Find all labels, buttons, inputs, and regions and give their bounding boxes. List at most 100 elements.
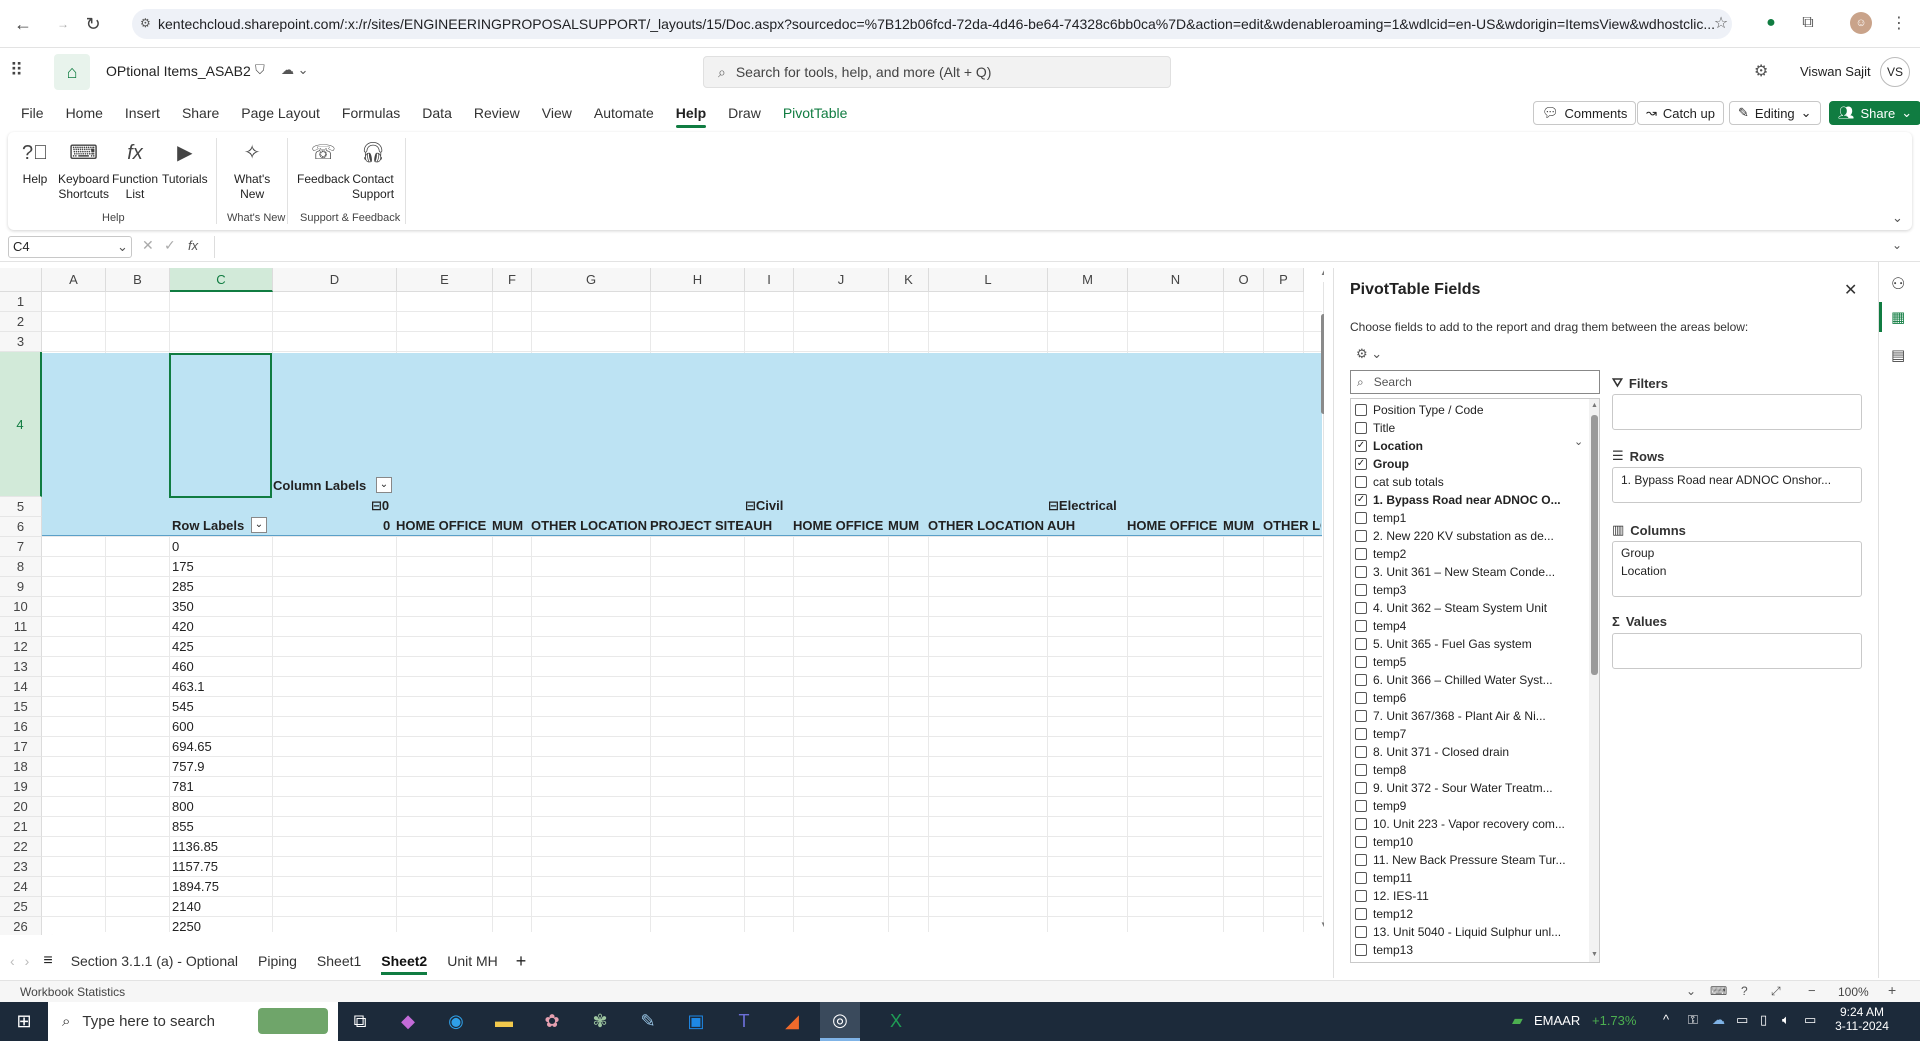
- insert-function-icon[interactable]: fx: [188, 238, 198, 253]
- active-cell-c4[interactable]: [169, 353, 272, 498]
- taskbar-clock[interactable]: 9:24 AM 3-11-2024: [1832, 1005, 1892, 1033]
- zoom-in-icon[interactable]: +: [1888, 982, 1896, 998]
- field-item[interactable]: ✓ Location: [1355, 437, 1423, 455]
- back-icon[interactable]: ←: [4, 5, 42, 43]
- tray-app-icon[interactable]: ⚿: [1688, 1012, 1698, 1028]
- zoom-out-icon[interactable]: −: [1808, 983, 1816, 998]
- row-label-value[interactable]: 460: [172, 659, 194, 674]
- checkbox-icon[interactable]: [1355, 548, 1367, 560]
- sheet-tab-section-3-1-1[interactable]: Section 3.1.1 (a) - Optional: [61, 945, 248, 977]
- column-header-k[interactable]: K: [889, 268, 929, 292]
- checkbox-icon[interactable]: [1355, 872, 1367, 884]
- workbook-statistics[interactable]: Workbook Statistics: [20, 985, 125, 999]
- checkbox-icon[interactable]: [1355, 530, 1367, 542]
- scroll-up-icon[interactable]: ▲: [1320, 268, 1324, 277]
- user-avatar[interactable]: VS: [1880, 57, 1910, 87]
- field-item[interactable]: temp2: [1355, 545, 1406, 563]
- row-label-value[interactable]: 175: [172, 559, 194, 574]
- collapse-minus-icon[interactable]: ⊟: [371, 498, 382, 513]
- column-header-j[interactable]: J: [794, 268, 889, 292]
- field-item[interactable]: 13. Unit 5040 - Liquid Sulphur unl...: [1355, 923, 1561, 941]
- row-header-9[interactable]: 9: [0, 577, 42, 597]
- field-item[interactable]: 4. Unit 362 – Steam System Unit: [1355, 599, 1547, 617]
- app-launcher-icon[interactable]: ⠿: [10, 60, 23, 81]
- field-item[interactable]: temp10: [1355, 833, 1413, 851]
- checkbox-icon[interactable]: [1355, 404, 1367, 416]
- column-header-n[interactable]: N: [1128, 268, 1224, 292]
- checkbox-icon[interactable]: [1355, 908, 1367, 920]
- collapse-minus-icon[interactable]: ⊟: [745, 498, 756, 513]
- app-icon-1[interactable]: ✿: [532, 1002, 572, 1041]
- taskbar-search-box[interactable]: ⌕ Type here to search: [48, 1002, 338, 1041]
- field-item[interactable]: 8. Unit 371 - Closed drain: [1355, 743, 1509, 761]
- site-info-icon[interactable]: ⚙: [140, 16, 151, 30]
- row-labels-filter-icon[interactable]: ⌄: [251, 517, 267, 533]
- row-label-value[interactable]: 2140: [172, 899, 201, 914]
- field-item[interactable]: 5. Unit 365 - Fuel Gas system: [1355, 635, 1532, 653]
- row-label-value[interactable]: 781: [172, 779, 194, 794]
- address-bar[interactable]: ⚙ kentechcloud.sharepoint.com/:x:/r/site…: [132, 9, 1732, 39]
- row-label-value[interactable]: 463.1: [172, 679, 205, 694]
- tutorials-button[interactable]: ▶ Tutorials: [162, 138, 208, 187]
- row-label-value[interactable]: 1894.75: [172, 879, 219, 894]
- pivot-settings-icon[interactable]: ▤: [1891, 346, 1905, 364]
- fit-view-icon[interactable]: ⤢: [1771, 984, 1781, 999]
- app-icon-5[interactable]: ◢: [772, 1002, 812, 1041]
- field-item[interactable]: Title: [1355, 419, 1395, 437]
- sheet-tab-sheet2[interactable]: Sheet2: [371, 945, 437, 977]
- tab-insert[interactable]: Insert: [114, 96, 171, 130]
- field-item[interactable]: 7. Unit 367/368 - Plant Air & Ni...: [1355, 707, 1546, 725]
- person-icon[interactable]: ⚇: [1891, 274, 1905, 294]
- field-item[interactable]: cat sub totals: [1355, 473, 1444, 491]
- row-header-14[interactable]: 14: [0, 677, 42, 697]
- field-scroll-up-icon[interactable]: ▲: [1591, 402, 1598, 409]
- column-header-d[interactable]: D: [273, 268, 397, 292]
- app-icon-3[interactable]: ✎: [628, 1002, 668, 1041]
- field-scroll-down-icon[interactable]: ▼: [1591, 951, 1598, 958]
- network-icon[interactable]: ▯: [1760, 1012, 1767, 1028]
- field-item[interactable]: temp6: [1355, 689, 1406, 707]
- cancel-x-icon[interactable]: ✕: [142, 237, 154, 254]
- column-header-p[interactable]: P: [1264, 268, 1304, 292]
- field-item[interactable]: 2. New 220 KV substation as de...: [1355, 527, 1554, 545]
- checkbox-icon[interactable]: [1355, 728, 1367, 740]
- checkbox-icon[interactable]: [1355, 746, 1367, 758]
- share-button[interactable]: 👥︎ Share ⌄: [1829, 101, 1920, 125]
- checkbox-icon[interactable]: [1355, 638, 1367, 650]
- row-label-value[interactable]: 425: [172, 639, 194, 654]
- sheet-tab-unit-mh[interactable]: Unit MH: [437, 945, 508, 977]
- rows-item-bypass-road[interactable]: 1. Bypass Road near ADNOC Onshor...: [1613, 471, 1861, 489]
- scroll-right-icon[interactable]: ▶: [1308, 933, 1314, 935]
- sheet-tab-sheet1[interactable]: Sheet1: [307, 945, 371, 977]
- row-label-value[interactable]: 1157.75: [172, 859, 218, 874]
- whats-new-button[interactable]: ✧ What's New: [234, 138, 270, 202]
- spreadsheet-grid[interactable]: ABCDEFGHIJKLMNOP 1 2 3 4 5 6 7 8 9 10 11 12 13 14 15 16…: [0, 268, 1324, 935]
- profile-avatar-icon[interactable]: ☺: [1850, 12, 1872, 34]
- row-header-26[interactable]: 26: [0, 917, 42, 935]
- pivot-group-civil[interactable]: ⊟Civil: [745, 498, 783, 514]
- row-header-18[interactable]: 18: [0, 757, 42, 777]
- tab-data[interactable]: Data: [411, 96, 463, 130]
- tab-draw[interactable]: Draw: [717, 96, 772, 130]
- field-list[interactable]: Position Type / Code Title ✓ Location ✓ Group…: [1350, 398, 1600, 963]
- tab-file[interactable]: File: [10, 96, 55, 130]
- row-header-5[interactable]: 5: [0, 497, 42, 517]
- field-item[interactable]: ✓ Group: [1355, 455, 1409, 473]
- contact-support-button[interactable]: 🎧︎ Contact Support: [352, 138, 394, 202]
- checkbox-icon[interactable]: [1355, 602, 1367, 614]
- autosave-cloud-icon[interactable]: ☁ ⌄: [281, 62, 309, 78]
- field-item[interactable]: 12. IES-11: [1355, 887, 1429, 905]
- document-title[interactable]: OPtional Items_ASAB2: [106, 63, 251, 79]
- column-header-i[interactable]: I: [745, 268, 794, 292]
- checkbox-icon[interactable]: [1355, 926, 1367, 938]
- field-item[interactable]: temp4: [1355, 617, 1406, 635]
- tab-help[interactable]: Help: [665, 96, 717, 130]
- field-item[interactable]: temp12: [1355, 905, 1413, 923]
- row-header-3[interactable]: 3: [0, 332, 42, 352]
- reload-icon[interactable]: ↻: [74, 5, 112, 43]
- app-icon-2[interactable]: ✾: [580, 1002, 620, 1041]
- checkbox-checked-icon[interactable]: ✓: [1355, 440, 1367, 452]
- checkbox-icon[interactable]: [1355, 854, 1367, 866]
- select-all-corner[interactable]: [0, 268, 42, 292]
- file-explorer-icon[interactable]: ▬: [484, 1002, 524, 1041]
